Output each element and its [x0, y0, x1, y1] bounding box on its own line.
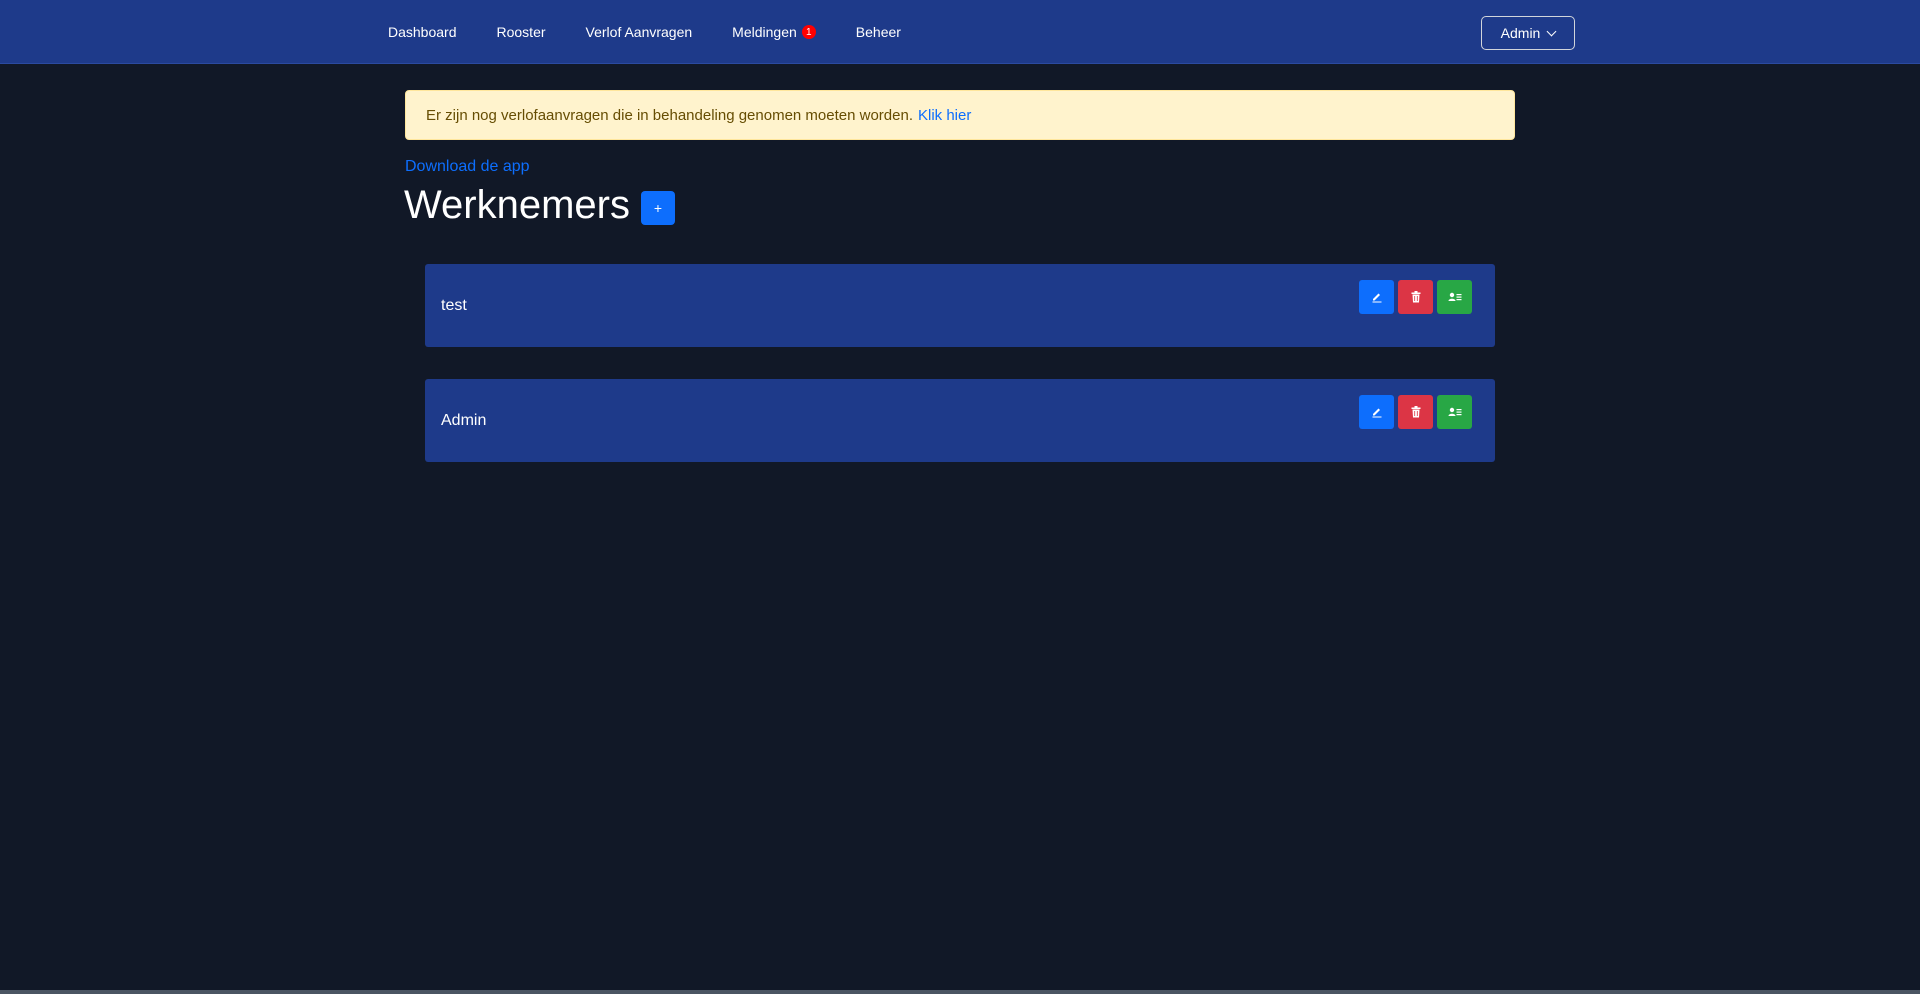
nav-item-meldingen[interactable]: Meldingen 1: [732, 24, 816, 40]
top-navbar: Dashboard Rooster Verlof Aanvragen Meldi…: [0, 0, 1920, 64]
window-bottom-edge: [0, 990, 1920, 994]
employee-name: test: [441, 296, 467, 314]
nav-item-verlof-aanvragen[interactable]: Verlof Aanvragen: [586, 24, 693, 40]
nav-item-label: Beheer: [855, 24, 901, 40]
page-title: Werknemers: [404, 183, 630, 227]
edit-employee-button[interactable]: [1359, 395, 1394, 429]
nav-item-beheer[interactable]: Beheer: [856, 24, 901, 40]
employee-card: Admin: [425, 379, 1495, 462]
employee-name: Admin: [441, 411, 487, 429]
delete-employee-button[interactable]: [1398, 395, 1433, 429]
employee-actions: [1359, 280, 1476, 314]
pencil-icon: [1372, 293, 1381, 303]
add-employee-button[interactable]: +: [641, 191, 675, 225]
nav-item-dashboard[interactable]: Dashboard: [388, 24, 457, 40]
pending-leave-alert: Er zijn nog verlofaanvragen die in behan…: [405, 90, 1515, 140]
nav-item-label: Verlof Aanvragen: [585, 24, 693, 40]
nav-links: Dashboard Rooster Verlof Aanvragen Meldi…: [388, 0, 941, 64]
edit-employee-button[interactable]: [1359, 280, 1394, 314]
nav-item-label: Rooster: [496, 24, 546, 40]
user-card-icon: [1448, 407, 1461, 416]
pencil-icon: [1372, 408, 1381, 418]
user-menu-label: Admin: [1500, 25, 1541, 41]
employee-details-button[interactable]: [1437, 395, 1472, 429]
trash-icon: [1411, 291, 1420, 303]
alert-link[interactable]: Klik hier: [918, 107, 971, 124]
user-card-icon: [1448, 292, 1461, 301]
employee-actions: [1359, 395, 1476, 429]
trash-icon: [1411, 406, 1420, 418]
employee-details-button[interactable]: [1437, 280, 1472, 314]
user-menu-button[interactable]: Admin: [1481, 16, 1575, 50]
nav-item-label: Meldingen: [732, 24, 797, 40]
notification-badge: 1: [801, 25, 816, 39]
nav-item-rooster[interactable]: Rooster: [497, 24, 546, 40]
alert-text: Er zijn nog verlofaanvragen die in behan…: [426, 106, 913, 124]
download-app-link[interactable]: Download de app: [405, 158, 530, 176]
employee-card: test: [425, 264, 1495, 347]
nav-item-label: Dashboard: [388, 24, 457, 40]
delete-employee-button[interactable]: [1398, 280, 1433, 314]
chevron-down-icon: [1546, 26, 1557, 36]
